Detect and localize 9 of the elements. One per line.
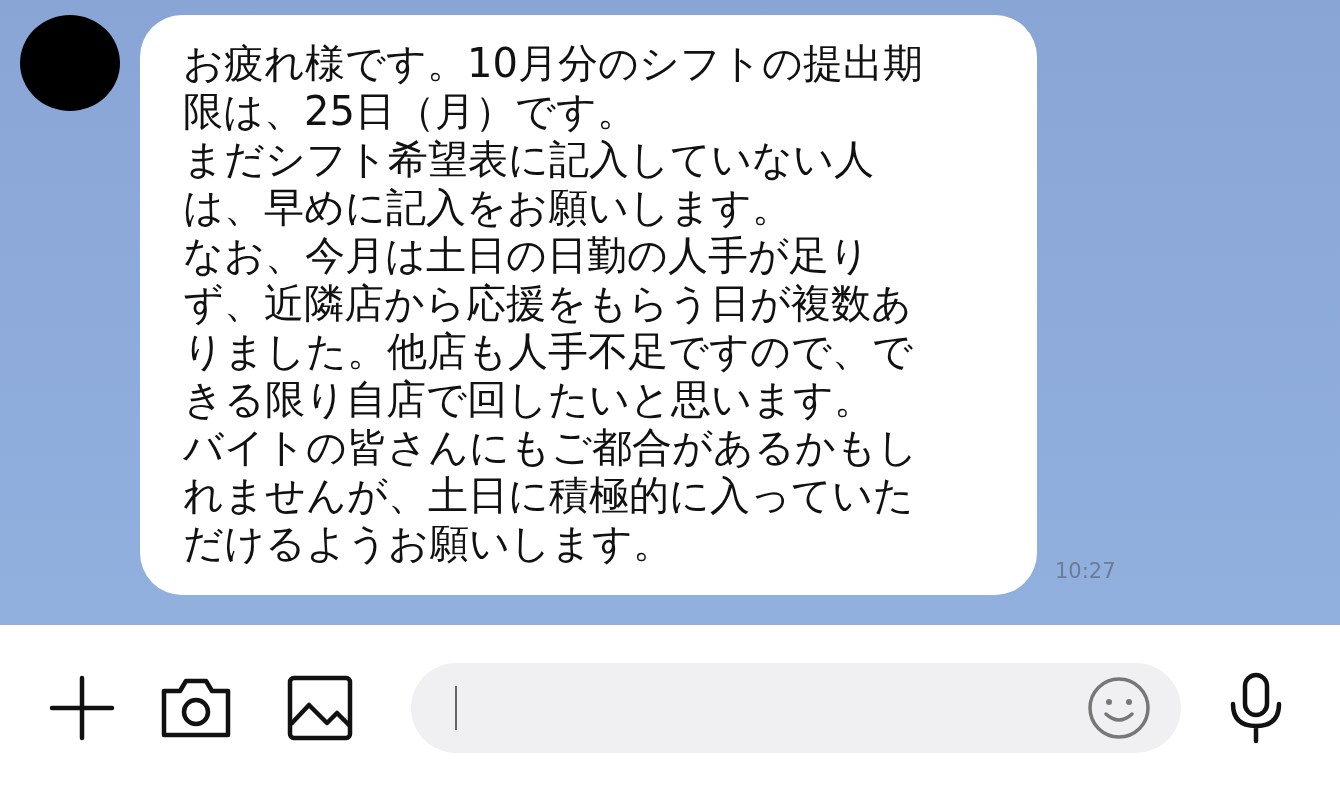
message-text: なお、今月は土日の日勤の人手が足りず、近隣店から応援をもらう日が複数ありました。他店も人手不足ですので、できる限り自店で回したいと思います。 [183,231,914,423]
plus-icon[interactable] [48,674,116,742]
message-text: まだシフト希望表に記入していない人は、早めに記入をお願いします。 [183,135,875,231]
camera-icon[interactable] [160,677,232,739]
message-text: お疲れ様です。10月分のシフトの提出期限は、25日（月）です。 [183,39,924,135]
message-time: 10:27 [1055,559,1116,583]
image-icon[interactable] [287,675,353,741]
message-text: バイトの皆さんにもご都合があるかもしれませんが、土日に積極的に入っていただけるようお願いします。 [183,423,919,567]
smiley-icon[interactable] [1087,676,1151,740]
